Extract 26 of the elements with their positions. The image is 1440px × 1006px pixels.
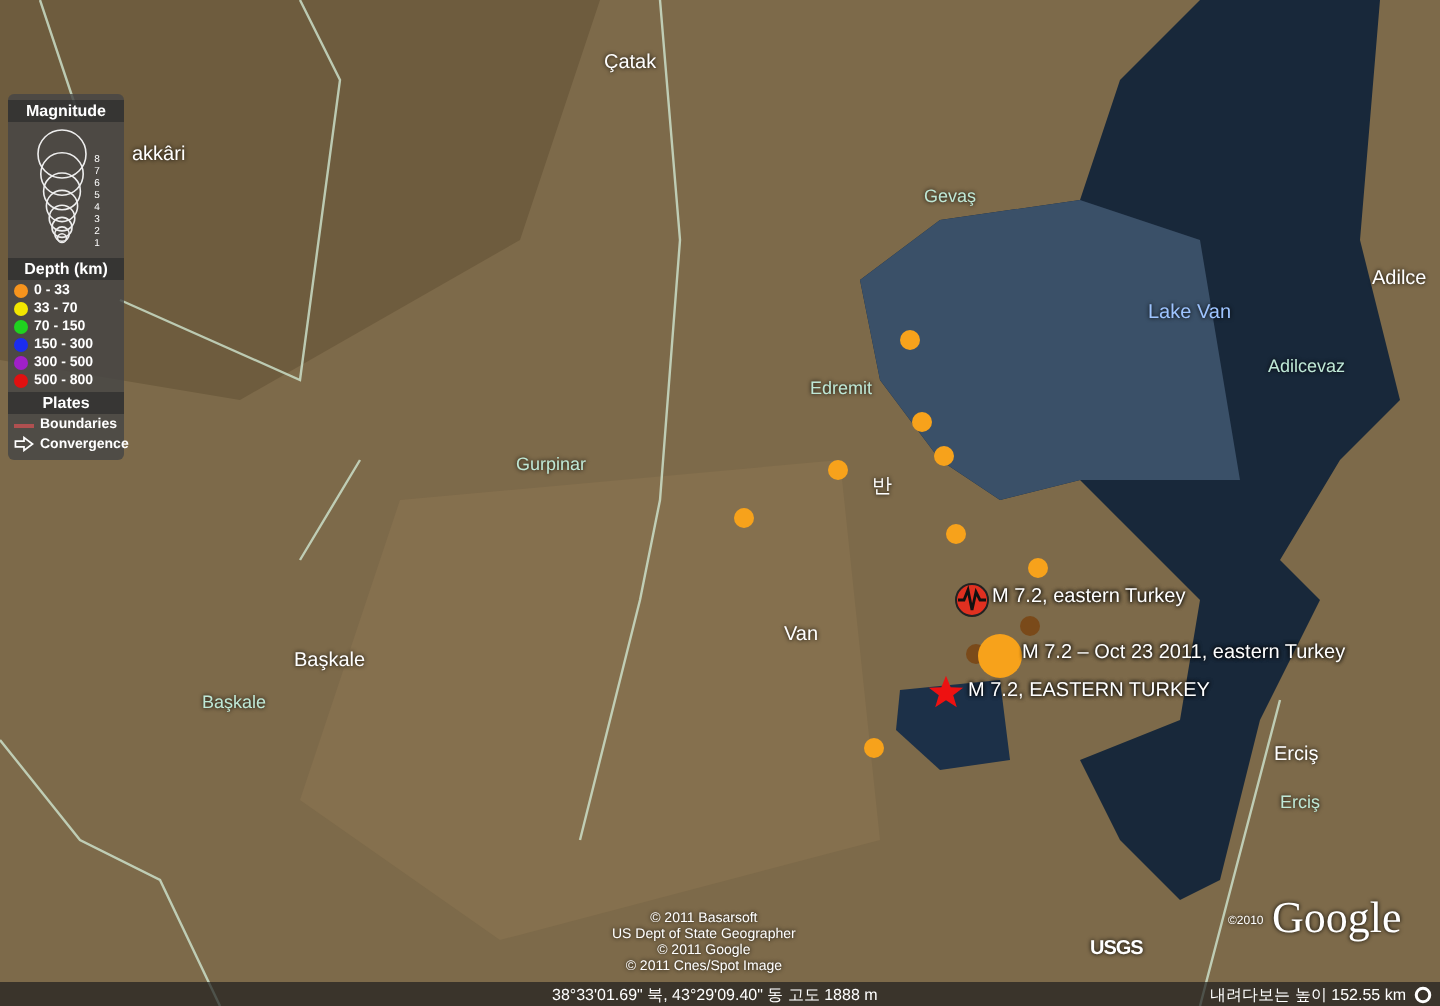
- coordinates-text: 38°33'01.69" 북, 43°29'09.40" 동 고도 1888 m: [552, 983, 878, 1005]
- lake-label: Lake Van: [1148, 302, 1232, 326]
- place-label: Adilcevaz: [1268, 354, 1346, 378]
- legend-title: Plates: [8, 392, 124, 414]
- star-icon[interactable]: [928, 674, 964, 710]
- place-label: akkâri: [132, 144, 186, 168]
- place-label: Başkale: [202, 690, 267, 714]
- place-label: Erciş: [1274, 744, 1319, 768]
- place-label: Edremit: [810, 376, 873, 400]
- usgs-logo: USGS: [1090, 938, 1143, 960]
- place-label: 반: [872, 476, 892, 500]
- place-label: Gevaş: [924, 184, 977, 208]
- arrow-icon: [14, 436, 34, 452]
- earthquake-label: M 7.2, eastern Turkey: [992, 584, 1186, 612]
- legend-title: Depth (km): [8, 258, 124, 280]
- place-label: Gurpinar: [516, 452, 587, 476]
- eye-altitude-text: 내려다보는 높이 152.55 km: [1210, 983, 1406, 1005]
- place-label: Erciş: [1280, 790, 1320, 814]
- place-label: Van: [784, 624, 819, 648]
- seismograph-icon[interactable]: [954, 582, 990, 618]
- legend-title: Magnitude: [8, 100, 124, 122]
- google-logo: Google: [1272, 892, 1402, 944]
- place-label: Adilce: [1372, 268, 1427, 292]
- place-label: Başkale: [294, 650, 366, 674]
- place-label: Çatak: [604, 52, 657, 76]
- streaming-indicator-icon: [1414, 985, 1432, 1003]
